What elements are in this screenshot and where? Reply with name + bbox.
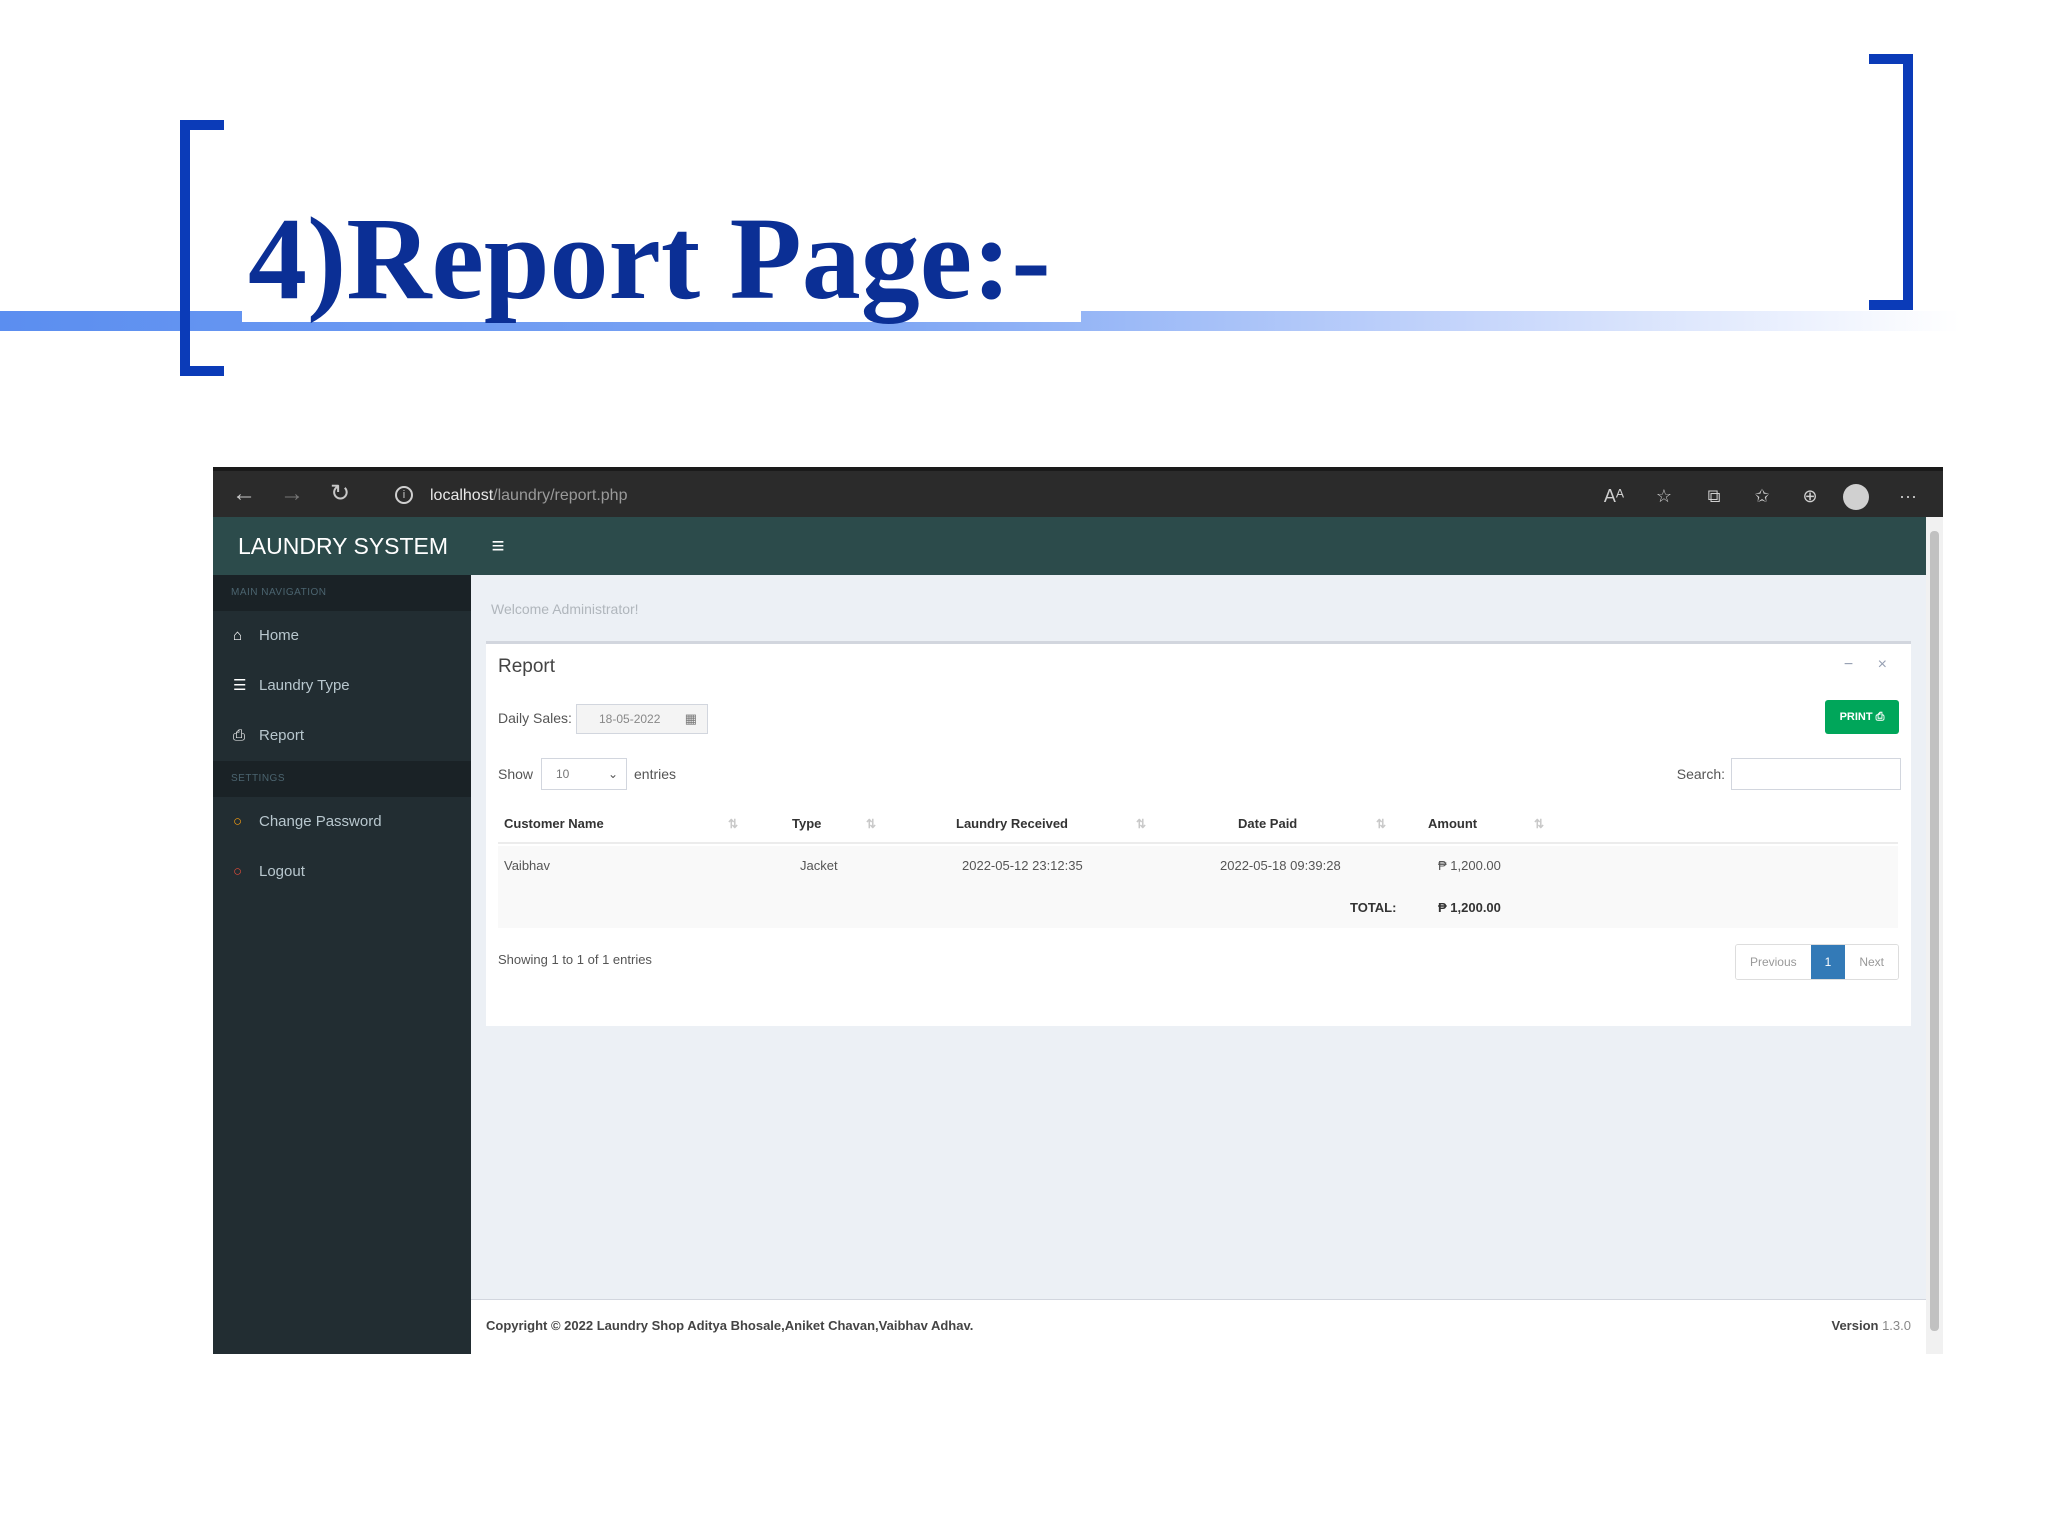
sidebar-item-logout[interactable]: ○ Logout xyxy=(213,847,471,897)
favorites-icon[interactable]: ✩ xyxy=(1747,481,1777,511)
scrollbar-thumb[interactable] xyxy=(1930,531,1939,1331)
page-length-value: 10 xyxy=(556,767,570,781)
total-value: ₱ 1,200.00 xyxy=(1438,900,1501,915)
column-header-amount[interactable]: Amount xyxy=(1428,804,1477,844)
pagination: Previous 1 Next xyxy=(1734,944,1899,980)
reload-icon[interactable]: ↻ xyxy=(325,479,355,509)
menu-toggle-icon[interactable]: ≡ xyxy=(483,531,513,561)
table-row: Vaibhav Jacket 2022-05-12 23:12:35 2022-… xyxy=(498,846,1898,888)
total-label: TOTAL: xyxy=(1350,900,1397,915)
sort-icon[interactable]: ⇅ xyxy=(728,804,738,844)
version-label: Version xyxy=(1831,1318,1879,1333)
cell-type: Jacket xyxy=(800,858,838,873)
report-box: Report − × Daily Sales: 18-05-2022 ▦ PRI… xyxy=(486,641,1911,1026)
right-bracket xyxy=(1869,54,1913,310)
entries-label: entries xyxy=(634,766,677,782)
split-screen-icon[interactable]: ⧉ xyxy=(1699,481,1729,511)
report-screenshot: ← → ↻ i localhost/laundry/report.php Aᴬ … xyxy=(213,467,1943,1354)
sidebar-item-home[interactable]: ⌂ Home xyxy=(213,611,471,661)
left-bracket xyxy=(180,120,224,376)
cell-laundry-received: 2022-05-12 23:12:35 xyxy=(962,858,1083,873)
sidebar-item-change-password[interactable]: ○ Change Password xyxy=(213,797,471,847)
sidebar-item-label: Logout xyxy=(259,863,305,880)
url-host: localhost xyxy=(430,487,494,504)
sort-icon[interactable]: ⇅ xyxy=(1136,804,1146,844)
site-info-icon[interactable]: i xyxy=(395,486,413,504)
page-scrollbar[interactable] xyxy=(1926,517,1943,1354)
home-icon: ⌂ xyxy=(233,627,243,644)
sidebar-item-label: Change Password xyxy=(259,813,382,830)
search-label: Search: xyxy=(1676,766,1725,782)
sidebar-item-report[interactable]: ⎙ Report xyxy=(213,711,471,761)
sort-icon[interactable]: ⇅ xyxy=(866,804,876,844)
list-icon: ☰ xyxy=(233,677,247,694)
url-path: /laundry/report.php xyxy=(493,487,628,504)
circle-icon: ○ xyxy=(233,813,243,830)
sort-icon[interactable]: ⇅ xyxy=(1534,804,1544,844)
favorite-icon[interactable]: ☆ xyxy=(1649,481,1679,511)
app-header: LAUNDRY SYSTEM ≡ xyxy=(213,517,1926,575)
box-tools[interactable]: − × xyxy=(1844,656,1897,674)
sidebar: MAIN NAVIGATION ⌂ Home ☰ Laundry Type ⎙ Rep… xyxy=(213,575,471,1354)
sort-icon[interactable]: ⇅ xyxy=(1376,804,1386,844)
copyright-text: Copyright © 2022 Laundry Shop Aditya Bho… xyxy=(486,1318,974,1333)
column-header-date-paid[interactable]: Date Paid xyxy=(1238,804,1297,844)
collections-icon[interactable]: ⊕ xyxy=(1795,481,1825,511)
print-button[interactable]: PRINT ⎙ xyxy=(1825,700,1899,734)
slide: 4)Report Page:- ← → ↻ i localhost/laundr… xyxy=(0,0,2048,1536)
version-info: Version 1.3.0 xyxy=(1831,1318,1911,1333)
forward-icon[interactable]: → xyxy=(277,479,307,509)
welcome-text: Welcome Administrator! xyxy=(491,601,639,617)
print-icon: ⎙ xyxy=(233,727,246,744)
cell-amount: ₱ 1,200.00 xyxy=(1438,858,1501,873)
slide-title: 4)Report Page:- xyxy=(242,196,1081,322)
table-info: Showing 1 to 1 of 1 entries xyxy=(498,952,652,967)
box-title: Report xyxy=(498,656,556,677)
back-icon[interactable]: ← xyxy=(229,479,259,509)
column-header-customer-name[interactable]: Customer Name xyxy=(504,804,604,844)
sidebar-item-laundry-type[interactable]: ☰ Laundry Type xyxy=(213,661,471,711)
column-header-laundry-received[interactable]: Laundry Received xyxy=(956,804,1068,844)
table-header-row: Customer Name ⇅ Type ⇅ Laundry Received … xyxy=(498,804,1898,844)
search-input[interactable] xyxy=(1731,758,1901,790)
more-icon[interactable]: ··· xyxy=(1893,481,1923,511)
calendar-icon[interactable]: ▦ xyxy=(685,705,697,733)
address-bar[interactable]: localhost/laundry/report.php xyxy=(430,483,627,509)
cell-date-paid: 2022-05-18 09:39:28 xyxy=(1220,858,1341,873)
date-value: 18-05-2022 xyxy=(599,712,661,726)
version-number: 1.3.0 xyxy=(1882,1318,1911,1333)
page-length-select[interactable]: 10 ⌄ xyxy=(541,758,627,790)
sidebar-item-label: Home xyxy=(259,627,300,644)
pagination-next[interactable]: Next xyxy=(1845,945,1898,979)
app-logo[interactable]: LAUNDRY SYSTEM xyxy=(213,517,471,575)
browser-toolbar: ← → ↻ i localhost/laundry/report.php Aᴬ … xyxy=(213,467,1943,517)
show-label: Show xyxy=(498,766,534,782)
sidebar-item-label: Laundry Type xyxy=(259,677,350,694)
daily-sales-label: Daily Sales: xyxy=(498,710,572,726)
column-header-type[interactable]: Type xyxy=(792,804,821,844)
sidebar-header-main: MAIN NAVIGATION xyxy=(213,575,471,611)
main-content: Welcome Administrator! Report − × Daily … xyxy=(471,575,1926,1354)
read-aloud-icon[interactable]: Aᴬ xyxy=(1599,481,1629,511)
sidebar-header-settings: SETTINGS xyxy=(213,761,471,797)
cell-customer-name: Vaibhav xyxy=(504,858,551,873)
chevron-down-icon: ⌄ xyxy=(607,767,618,781)
date-picker-input[interactable]: 18-05-2022 ▦ xyxy=(576,704,708,734)
pagination-page-1[interactable]: 1 xyxy=(1810,945,1846,979)
circle-icon: ○ xyxy=(233,863,243,880)
profile-avatar-icon[interactable] xyxy=(1843,484,1869,510)
footer: Copyright © 2022 Laundry Shop Aditya Bho… xyxy=(471,1299,1926,1354)
table-total-row: TOTAL: ₱ 1,200.00 xyxy=(498,888,1898,928)
sidebar-item-label: Report xyxy=(259,727,305,744)
pagination-previous[interactable]: Previous xyxy=(1735,945,1811,979)
